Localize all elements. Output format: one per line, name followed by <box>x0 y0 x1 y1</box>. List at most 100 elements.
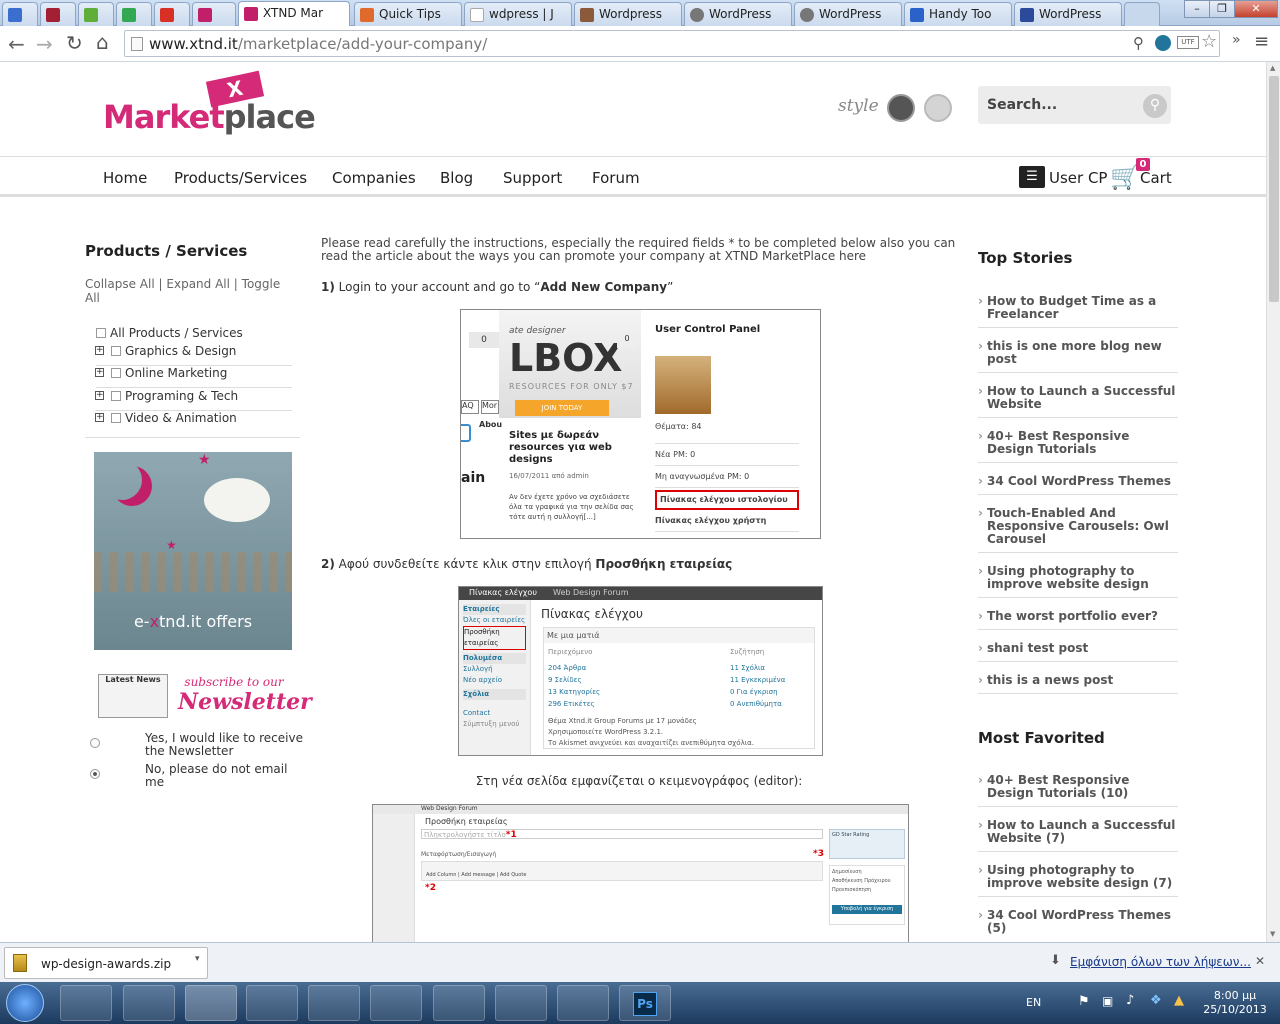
tab-wdpress[interactable]: wdpress | J <box>464 2 572 26</box>
collapse-all-link[interactable]: Collapse All <box>85 277 155 291</box>
top-story-link[interactable]: Touch-Enabled And Responsive Carousels: … <box>978 507 1178 553</box>
top-story-link[interactable]: 40+ Best Responsive Design Tutorials <box>978 430 1178 463</box>
tab-0[interactable] <box>2 2 38 26</box>
top-story-link[interactable]: this is a news post <box>978 674 1178 694</box>
tab-label: Wordpress <box>599 7 663 21</box>
expand-plus-icon[interactable]: + <box>95 346 104 355</box>
scroll-up-icon[interactable]: ▲ <box>1270 64 1275 72</box>
new-tab-button[interactable] <box>1124 2 1160 26</box>
top-story-link[interactable]: The worst portfolio ever? <box>978 610 1178 630</box>
style-light-button[interactable] <box>924 94 952 122</box>
start-button[interactable] <box>6 984 44 1022</box>
extensions-overflow-icon[interactable]: » <box>1232 32 1241 48</box>
language-indicator[interactable]: EN <box>1026 996 1041 1009</box>
top-story-link[interactable]: 34 Cool WordPress Themes <box>978 475 1178 495</box>
forward-icon[interactable]: → <box>36 32 53 56</box>
checkbox[interactable] <box>111 346 121 356</box>
checkbox[interactable] <box>111 413 121 423</box>
volume-icon[interactable]: ♪ <box>1126 993 1134 1008</box>
eclipse-taskbar-icon[interactable] <box>433 985 485 1021</box>
category-video-animation[interactable]: + Video & Animation <box>95 411 292 433</box>
nav-cart[interactable]: Cart <box>1140 169 1172 187</box>
category-programing-tech[interactable]: + Programing & Tech <box>95 389 292 411</box>
style-dark-button[interactable] <box>887 94 915 122</box>
close-icon[interactable]: ✕ <box>1255 954 1265 968</box>
nav-forum[interactable]: Forum <box>592 169 640 187</box>
tab-wordpress-1[interactable]: Wordpress <box>574 2 682 26</box>
encoding-icon[interactable]: UTF <box>1177 36 1199 49</box>
tab-wordpress-3[interactable]: WordPress <box>794 2 902 26</box>
clock[interactable]: 8:00 μμ 25/10/2013 <box>1200 989 1270 1017</box>
favorited-link[interactable]: 34 Cool WordPress Themes (5) <box>978 909 1178 941</box>
expand-plus-icon[interactable]: + <box>95 368 104 377</box>
search-icon[interactable]: ⚲ <box>1133 34 1144 52</box>
show-all-downloads-link[interactable]: Εμφάνιση όλων των λήψεων... <box>1070 955 1251 969</box>
user-cp-icon[interactable]: ☰ <box>1019 166 1045 188</box>
network-icon[interactable]: ▣ <box>1102 994 1113 1008</box>
favorited-link[interactable]: Using photography to improve website des… <box>978 864 1178 897</box>
page-scrollbar[interactable]: ▲ ▼ <box>1266 62 1280 942</box>
top-story-link[interactable]: shani test post <box>978 642 1178 662</box>
wordpress-extension-icon[interactable] <box>1155 35 1171 51</box>
checkbox[interactable] <box>111 391 121 401</box>
menu-icon[interactable]: ≡ <box>1254 31 1269 52</box>
tab-1[interactable] <box>40 2 76 26</box>
expand-plus-icon[interactable]: + <box>95 391 104 400</box>
tab-wordpress-2[interactable]: WordPress <box>684 2 792 26</box>
top-story-link[interactable]: How to Budget Time as a Freelancer <box>978 295 1178 328</box>
radio-no[interactable] <box>90 769 100 779</box>
expand-all-link[interactable]: Expand All <box>166 277 230 291</box>
explorer-taskbar-icon[interactable] <box>60 985 112 1021</box>
radio-yes[interactable] <box>90 738 100 748</box>
reload-icon[interactable]: ↻ <box>66 31 83 55</box>
category-online-marketing[interactable]: + Online Marketing <box>95 366 292 388</box>
favorited-link[interactable]: How to Launch a Successful Website (7) <box>978 819 1178 852</box>
nav-home[interactable]: Home <box>103 169 147 187</box>
tab-2[interactable] <box>78 2 114 26</box>
top-story-link[interactable]: this is one more blog new post <box>978 340 1178 373</box>
checkbox[interactable] <box>111 368 121 378</box>
top-story-link[interactable]: How to Launch a Successful Website <box>978 385 1178 418</box>
drive-icon[interactable]: ▲ <box>1174 993 1184 1008</box>
scrollbar-thumb[interactable] <box>1269 76 1279 302</box>
nav-blog[interactable]: Blog <box>440 169 473 187</box>
maximize-button[interactable]: ❐ <box>1209 0 1235 18</box>
search-icon[interactable]: ⚲ <box>1143 94 1167 118</box>
mascot-taskbar-icon[interactable] <box>557 985 609 1021</box>
nav-products-services[interactable]: Products/Services <box>174 169 307 187</box>
tab-5[interactable] <box>192 2 236 26</box>
nav-companies[interactable]: Companies <box>332 169 416 187</box>
category-graphics-design[interactable]: + Graphics & Design <box>95 344 292 366</box>
library-taskbar-icon[interactable] <box>246 985 298 1021</box>
offers-banner[interactable]: ★ ★ e-xtnd.it offers <box>94 452 292 650</box>
download-item[interactable]: wp-design-awards.zip ▾ <box>4 947 208 979</box>
settings-taskbar-icon[interactable] <box>370 985 422 1021</box>
nav-user-cp[interactable]: User CP <box>1049 169 1107 187</box>
dropbox-icon[interactable]: ❖ <box>1150 993 1162 1008</box>
tab-xtnd-marketplace[interactable]: XTND Mar <box>238 1 350 27</box>
tab-wordpress-4[interactable]: WordPress <box>1014 2 1122 26</box>
address-bar[interactable]: www.xtnd.it/marketplace/add-your-company… <box>124 30 1220 57</box>
expand-plus-icon[interactable]: + <box>95 413 104 422</box>
apps-taskbar-icon[interactable] <box>123 985 175 1021</box>
archive-taskbar-icon[interactable] <box>308 985 360 1021</box>
flag-icon[interactable]: ⚑ <box>1078 994 1090 1009</box>
home-icon[interactable]: ⌂ <box>96 30 109 54</box>
tab-4[interactable] <box>154 2 190 26</box>
minimize-button[interactable]: – <box>1184 0 1210 18</box>
tab-handy-tools[interactable]: Handy Too <box>904 2 1012 26</box>
back-icon[interactable]: ← <box>8 32 25 56</box>
tab-3[interactable] <box>116 2 152 26</box>
nav-support[interactable]: Support <box>503 169 562 187</box>
top-story-link[interactable]: Using photography to improve website des… <box>978 565 1178 598</box>
bookmark-star-icon[interactable]: ☆ <box>1201 31 1217 52</box>
photoshop-taskbar-icon[interactable]: Ps <box>619 985 671 1021</box>
cube-taskbar-icon[interactable] <box>495 985 547 1021</box>
chevron-down-icon[interactable]: ▾ <box>195 954 200 964</box>
tab-quick-tips[interactable]: Quick Tips <box>354 2 462 26</box>
close-window-button[interactable]: ✕ <box>1234 0 1278 18</box>
checkbox[interactable] <box>96 328 106 338</box>
scroll-down-icon[interactable]: ▼ <box>1270 930 1275 938</box>
chrome-taskbar-icon[interactable] <box>185 985 237 1021</box>
favorited-link[interactable]: 40+ Best Responsive Design Tutorials (10… <box>978 774 1178 807</box>
